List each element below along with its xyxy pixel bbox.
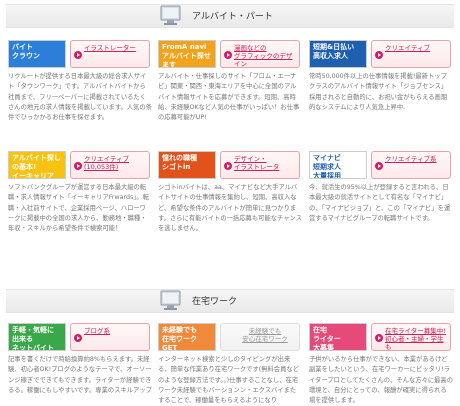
category-link-label: クリエイティブ系: [385, 155, 437, 163]
category-link-button[interactable]: クリエイティブ (10,053件): [70, 151, 150, 179]
service-description: リクルートが提供する日本最大級の総合求人サイト「タウンワーク」です。アルバイトバ…: [8, 73, 153, 122]
category-link-label: 未経験でも 安心在宅ワーク: [242, 327, 288, 343]
monitor-icon: [160, 5, 181, 25]
category-link-label: 在宅ライター募集中! 初心者・主婦・学生も 大歓迎！: [385, 327, 446, 351]
service-description: アルバイト・仕事探しのサイト「フロム・エーナビ」関東・関西・東海エリアを中心に全…: [158, 73, 300, 122]
section-header-part-time: アルバイト・パート: [6, 4, 454, 28]
category-link-label: 漫画などの グラフィックのデザイン WEBデザイナー: [234, 44, 293, 68]
monitor-icon: [160, 290, 181, 310]
service-description: 子供がいるから仕事ができない、本業があるけど副業をしたいという、在宅ワーカーにピ…: [309, 356, 454, 405]
category-link-button[interactable]: 未経験でも 安心在宅ワーク: [220, 323, 300, 351]
category-link-label: デザイン・ イラストレータ: [234, 155, 280, 171]
arrow-bullet-icon: [74, 162, 82, 170]
service-description: ソフトバンクグループが運営する日本最大級の転職・求人情報サイト「イーキャリアFr…: [8, 184, 150, 233]
section-title: アルバイト・パート: [192, 12, 273, 22]
category-link-button[interactable]: デザイン・ イラストレータ: [220, 151, 300, 179]
category-link-button[interactable]: 在宅ライター募集中! 初心者・主婦・学生も 大歓迎！: [371, 323, 451, 351]
section-header-home-work: 在宅ワーク: [6, 289, 454, 313]
category-link-label: ブログ系: [84, 327, 110, 335]
category-link-button[interactable]: 漫画などの グラフィックのデザイン WEBデザイナー: [220, 40, 300, 68]
arrow-bullet-icon: [375, 162, 383, 170]
service-banner[interactable]: 手軽・気軽に 出来る ネットバイト: [8, 323, 66, 351]
arrow-bullet-icon: [224, 162, 232, 170]
service-banner[interactable]: マイナビ 短期求人 大量採用: [309, 151, 367, 179]
service-banner[interactable]: 憧れの職種 シゴトin: [158, 151, 216, 179]
service-description: 記事を書くだけで時給換算約8%もらえます。未経験、初心者OK!ブログのようなテー…: [8, 356, 152, 394]
service-banner[interactable]: バイト クラウン: [8, 40, 66, 68]
service-description: シゴトinバイトは、aa、マイナビなど大手アルバイトサイトの仕事情報を集約し、短…: [158, 184, 303, 233]
arrow-bullet-icon: [224, 51, 232, 59]
service-banner[interactable]: 在宅 ライター 大募集: [309, 323, 367, 351]
service-description: 常時50,000件以上の仕事情報を掲載!最新トップクラスのアルバイト情報サイト「…: [309, 73, 448, 111]
service-banner[interactable]: FromA navi アルバイト探せます: [158, 40, 216, 68]
service-description: 今、就活生の95%以上が登録すると言われる、日本最大級の就活サイトとして有名な「…: [309, 184, 451, 222]
service-description: インターネット検索と少しのタイピングが出来る、簡単な作業あり在宅ワークです(無料…: [158, 356, 299, 405]
arrow-bullet-icon: [375, 51, 383, 59]
service-banner[interactable]: アルバイト探しの基本! イーキャリア: [8, 151, 66, 179]
section-title: 在宅ワーク: [192, 297, 238, 307]
arrow-bullet-icon: [375, 334, 383, 342]
category-link-button[interactable]: イラストレーター: [70, 40, 150, 68]
service-banner[interactable]: 未経験でも 在宅ワーク GET: [158, 323, 216, 351]
service-banner[interactable]: 短期&日払い 高収入求人: [309, 40, 367, 68]
arrow-bullet-icon: [74, 51, 82, 59]
category-link-label: クリエイティブ (10,053件): [84, 155, 129, 171]
category-link-label: クリエイティブ: [385, 44, 430, 52]
category-link-button[interactable]: クリエイティブ: [371, 40, 451, 68]
category-link-label: イラストレーター: [84, 44, 136, 52]
arrow-bullet-icon: [74, 334, 82, 342]
category-link-button[interactable]: クリエイティブ系: [371, 151, 451, 179]
category-link-button[interactable]: ブログ系: [70, 323, 150, 351]
